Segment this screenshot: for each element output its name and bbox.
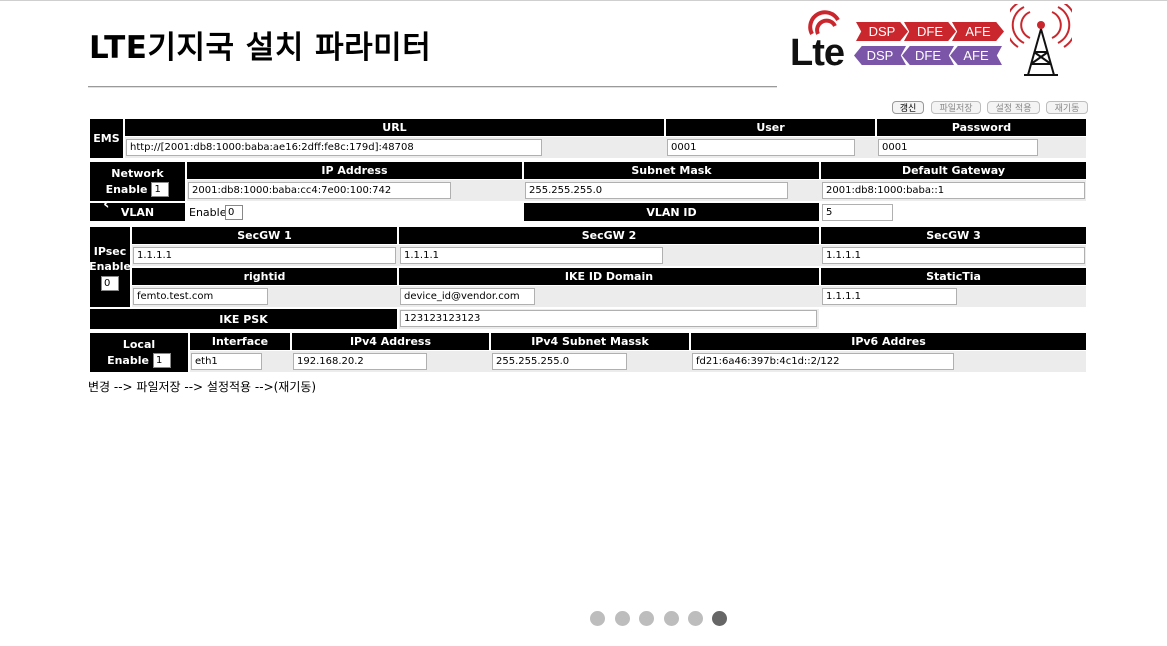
secgw1-input[interactable] xyxy=(133,247,396,264)
ike-id-domain-header: IKE ID Domain xyxy=(399,268,819,285)
ems-user-input[interactable] xyxy=(667,139,855,156)
ipsec-label: IPsec xyxy=(93,244,127,258)
dsp-arrow-top: DSP xyxy=(856,22,908,41)
antenna-tower-icon xyxy=(1010,4,1072,76)
ipv6-address-header: IPv6 Addres xyxy=(691,333,1086,350)
lte-wordmark: Lte xyxy=(790,32,845,74)
ipv4-subnet-mask-header: IPv4 Subnet Massk xyxy=(491,333,689,350)
ip-address-header: IP Address xyxy=(187,162,522,179)
chevron-left-icon[interactable]: ‹ xyxy=(103,194,110,213)
pagination-dot-2[interactable] xyxy=(615,611,630,626)
local-ipv6-input[interactable] xyxy=(692,353,954,370)
refresh-button[interactable]: 갱신 xyxy=(892,101,924,114)
page-title: LTE기지국 설치 파라미터 xyxy=(89,30,432,66)
network-ip-input[interactable] xyxy=(188,182,451,199)
lte-logo: Lte DSP DFE AFE DSP DFE AFE xyxy=(788,4,1078,80)
statictia-header: StaticTia xyxy=(821,268,1086,285)
pagination-dot-3[interactable] xyxy=(639,611,654,626)
vlan-id-header: VLAN ID xyxy=(524,203,819,221)
dfe-arrow-bottom: DFE xyxy=(902,46,954,65)
rightid-input[interactable] xyxy=(133,288,268,305)
network-label: Network xyxy=(111,166,164,180)
reboot-button[interactable]: 재기동 xyxy=(1046,101,1088,114)
vlan-id-input[interactable] xyxy=(822,204,893,221)
statictia-input[interactable] xyxy=(822,288,957,305)
pagination-dot-5[interactable] xyxy=(688,611,703,626)
network-enable-label: Enable xyxy=(105,182,148,196)
password-header: Password xyxy=(877,119,1086,136)
subnet-mask-header: Subnet Mask xyxy=(524,162,819,179)
user-header: User xyxy=(666,119,875,136)
secgw2-input[interactable] xyxy=(400,247,663,264)
ike-id-domain-input[interactable] xyxy=(400,288,535,305)
local-interface-input[interactable] xyxy=(191,353,262,370)
save-file-button[interactable]: 파일저장 xyxy=(931,101,981,114)
ems-password-input[interactable] xyxy=(878,139,1038,156)
dfe-arrow-top: DFE xyxy=(904,22,956,41)
ems-label: EMS xyxy=(90,119,123,158)
ipsec-label-cell: IPsec Enable xyxy=(89,227,131,307)
default-gateway-header: Default Gateway xyxy=(821,162,1086,179)
ike-psk-label: IKE PSK xyxy=(90,309,397,329)
ipv4-address-header: IPv4 Address xyxy=(292,333,489,350)
interface-header: Interface xyxy=(190,333,290,350)
secgw3-input[interactable] xyxy=(822,247,1085,264)
ipsec-enable-input[interactable] xyxy=(101,275,119,291)
instructions-text: 변경 --> 파일저장 --> 설정적용 -->(재기동) xyxy=(88,380,317,394)
pagination-dot-6[interactable] xyxy=(712,611,727,626)
secgw1-header: SecGW 1 xyxy=(132,227,397,244)
dsp-arrow-bottom: DSP xyxy=(854,46,906,65)
rightid-header: rightid xyxy=(132,268,397,285)
afe-arrow-bottom: AFE xyxy=(950,46,1002,65)
vlan-enable-label: Enable xyxy=(189,206,227,219)
pagination-dot-1[interactable] xyxy=(590,611,605,626)
local-ipv4-mask-input[interactable] xyxy=(492,353,627,370)
local-enable-label: Enable xyxy=(107,353,149,367)
ipsec-enable-label: Enable xyxy=(89,259,131,273)
ems-url-input[interactable] xyxy=(126,139,542,156)
local-label: Local xyxy=(122,337,156,351)
network-subnet-input[interactable] xyxy=(525,182,788,199)
apply-settings-button[interactable]: 설정 적용 xyxy=(987,101,1040,114)
afe-arrow-top: AFE xyxy=(952,22,1004,41)
local-label-cell: Local Enable xyxy=(90,333,188,372)
secgw3-header: SecGW 3 xyxy=(821,227,1086,244)
network-gateway-input[interactable] xyxy=(822,182,1085,199)
ike-psk-input[interactable] xyxy=(400,310,817,327)
top-border xyxy=(0,0,1167,1)
local-enable-input[interactable] xyxy=(152,353,171,368)
secgw2-header: SecGW 2 xyxy=(399,227,819,244)
url-header: URL xyxy=(125,119,664,136)
local-ipv4-input[interactable] xyxy=(293,353,427,370)
network-enable-input[interactable] xyxy=(151,182,170,197)
pagination-dot-4[interactable] xyxy=(664,611,679,626)
title-divider xyxy=(88,86,777,88)
vlan-enable-input[interactable] xyxy=(225,205,243,220)
